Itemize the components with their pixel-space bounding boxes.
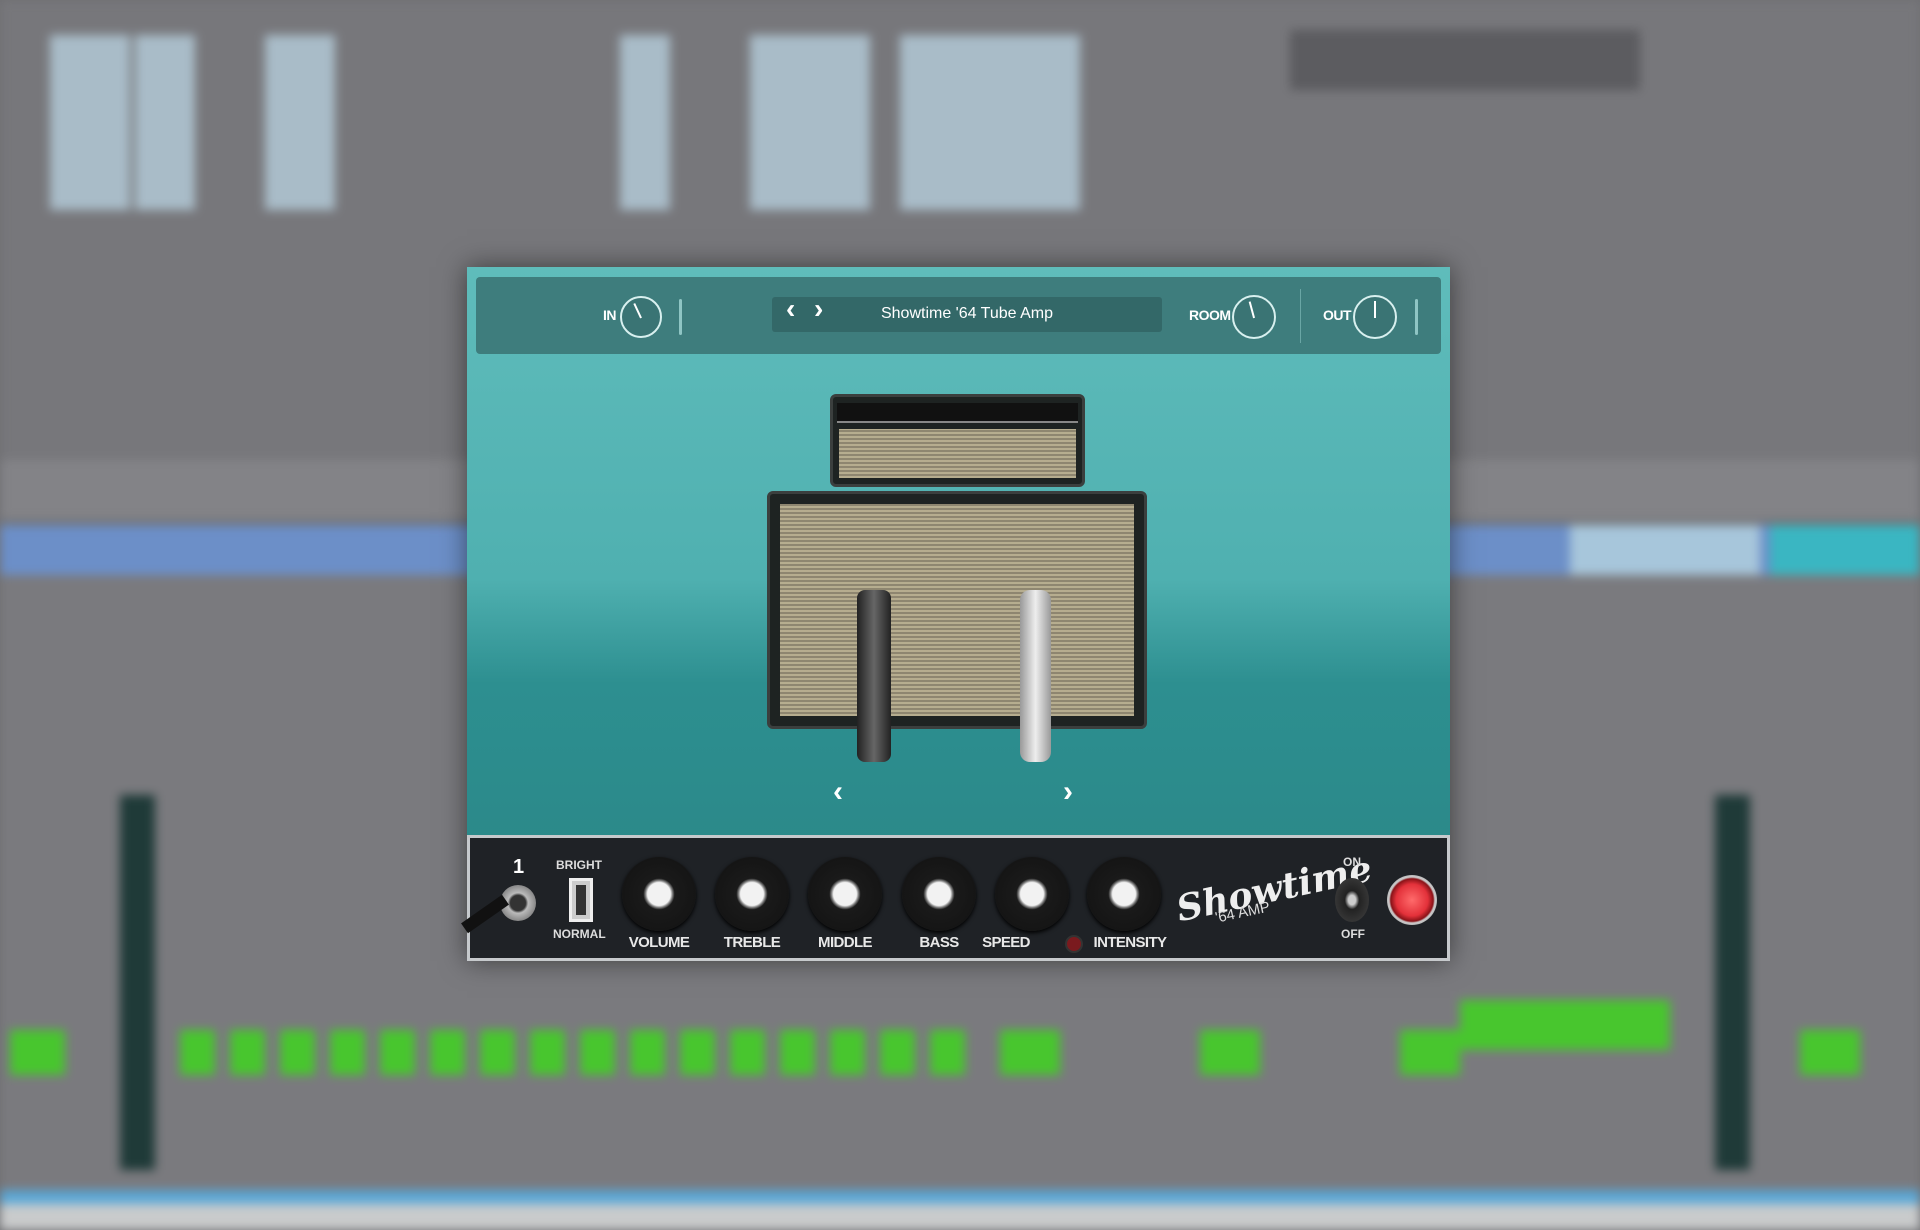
normal-label: NORMAL (553, 927, 606, 941)
volume-knob[interactable] (622, 857, 696, 931)
dynamic-microphone[interactable] (857, 590, 891, 762)
channel-number: 1 (513, 856, 525, 878)
plugin-header: IN ‹ › Showtime '64 Tube Amp ROOM OUT (476, 277, 1441, 354)
pilot-light (1387, 875, 1437, 925)
output-knob[interactable] (1353, 295, 1397, 339)
speed-knob[interactable] (995, 857, 1069, 931)
power-toggle[interactable] (1335, 878, 1369, 922)
middle-label: MIDDLE (818, 934, 873, 951)
amp-control-panel: 1 BRIGHT NORMAL VOLUME TREBLE MIDDLE BAS… (461, 835, 1450, 961)
volume-label: VOLUME (628, 934, 690, 951)
treble-label: TREBLE (723, 934, 781, 951)
preset-selector[interactable]: ‹ › Showtime '64 Tube Amp (772, 293, 1162, 332)
room-knob[interactable] (1232, 295, 1276, 339)
input-meter (679, 299, 682, 335)
bright-switch[interactable] (569, 878, 593, 922)
middle-knob[interactable] (808, 857, 882, 931)
next-mic-button[interactable]: › (1063, 775, 1073, 809)
divider (1300, 289, 1301, 343)
preset-name: Showtime '64 Tube Amp (880, 305, 1054, 322)
prev-mic-button[interactable]: ‹ (833, 775, 843, 809)
out-label: OUT (1323, 307, 1352, 323)
intensity-knob[interactable] (1087, 857, 1161, 931)
intensity-label: INTENSITY (1093, 934, 1168, 951)
room-label: ROOM (1189, 307, 1231, 323)
ribbon-microphone[interactable] (1020, 590, 1051, 762)
speaker-cabinet[interactable] (767, 491, 1147, 729)
bass-knob[interactable] (902, 857, 976, 931)
in-label: IN (603, 307, 617, 323)
input-knob[interactable] (620, 296, 662, 338)
bright-label: BRIGHT (556, 858, 602, 872)
on-label: ON (1343, 855, 1361, 869)
off-label: OFF (1341, 927, 1365, 941)
speed-label: SPEED (982, 934, 1030, 951)
output-meter (1415, 299, 1418, 335)
cable-icon (461, 894, 509, 934)
treble-knob[interactable] (715, 857, 789, 931)
amp-plugin-window: IN ‹ › Showtime '64 Tube Amp ROOM OUT ‹ … (461, 267, 1450, 961)
amp-head[interactable] (830, 394, 1085, 487)
